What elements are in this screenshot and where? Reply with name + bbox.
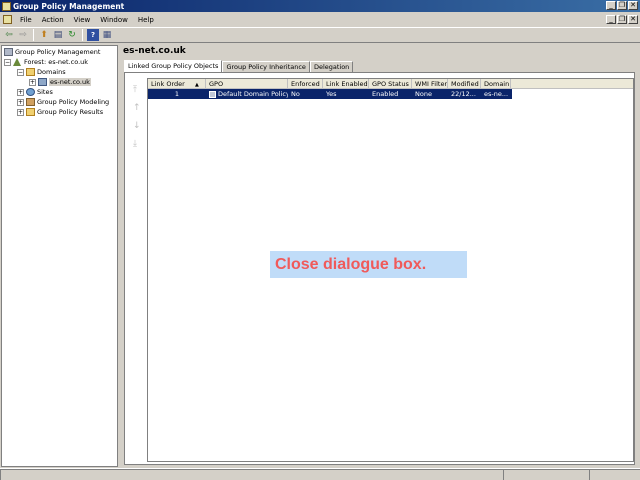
cell-link-enabled: Yes [326, 90, 337, 98]
cell-link-order: 1 [174, 90, 180, 98]
tree-label-modeling: Group Policy Modeling [37, 98, 110, 106]
console-tree: Group Policy Management − Forest: es-net… [1, 45, 118, 467]
menu-view[interactable]: View [69, 16, 96, 24]
move-top-icon[interactable]: ⤒ [133, 85, 141, 97]
tree-label-gpm: Group Policy Management [15, 48, 101, 56]
status-segment-3 [589, 469, 640, 480]
cell-wmi-filter: None [415, 90, 432, 98]
cell-gpo-status: Enabled [372, 90, 399, 98]
tab-linked-gpos[interactable]: Linked Group Policy Objects [124, 60, 223, 72]
properties-icon[interactable]: ▦ [101, 29, 113, 41]
menu-window[interactable]: Window [95, 16, 133, 24]
tree-node-results[interactable]: + Group Policy Results [17, 107, 103, 117]
forest-icon [13, 58, 21, 66]
gpo-icon [209, 90, 216, 98]
app-icon [2, 1, 11, 11]
column-header-gpo-status[interactable]: GPO Status [369, 79, 412, 88]
refresh-icon[interactable]: ↻ [66, 29, 78, 41]
collapse-icon[interactable]: − [17, 68, 24, 76]
expand-icon[interactable]: + [17, 108, 24, 116]
domain-icon [38, 78, 47, 86]
tree-node-domain[interactable]: + es-net.co.uk [29, 77, 91, 87]
tree-node-forest[interactable]: − Forest: es-net.co.uk [4, 57, 88, 67]
window-title: Group Policy Management [13, 1, 125, 11]
menu-bar: File Action View Window Help _ ❐ ✕ [0, 13, 640, 26]
column-header-modified[interactable]: Modified [448, 79, 481, 88]
minimize-button[interactable]: _ [606, 1, 616, 10]
tree-node-sites[interactable]: + Sites [17, 87, 53, 97]
link-order-controls: ⤒ ↑ ↓ ⤓ [133, 85, 141, 151]
tree-node-domains[interactable]: − Domains [17, 67, 66, 77]
menu-file[interactable]: File [15, 16, 37, 24]
tree-label-forest: Forest: es-net.co.uk [24, 58, 89, 66]
move-down-icon[interactable]: ↓ [133, 121, 141, 133]
tree-node-gpm[interactable]: Group Policy Management [4, 47, 100, 57]
menu-help[interactable]: Help [133, 16, 159, 24]
results-icon [26, 108, 35, 116]
cell-gpo: Default Domain Policy [206, 89, 288, 99]
window-controls: _ ❐ ✕ [606, 1, 638, 10]
move-bottom-icon[interactable]: ⤓ [133, 139, 141, 151]
help-icon[interactable]: ? [87, 29, 99, 41]
show-hide-tree-icon[interactable]: ▤ [52, 29, 64, 41]
tab-delegation[interactable]: Delegation [309, 61, 354, 72]
tab-gp-inheritance[interactable]: Group Policy Inheritance [222, 61, 310, 72]
inner-restore-button[interactable]: ❐ [617, 15, 627, 24]
cell-modified: 22/12... [451, 90, 476, 98]
up-icon[interactable]: ⬆ [38, 29, 50, 41]
cell-domain: es-ne... [484, 90, 509, 98]
expand-icon[interactable]: + [17, 88, 24, 96]
toolbar: ⇦ ⇨ ⬆ ▤ ↻ ? ▦ [0, 27, 640, 43]
column-header-gpo[interactable]: GPO [206, 79, 288, 88]
expand-icon[interactable]: + [17, 98, 24, 106]
folder-icon [26, 68, 35, 76]
expand-icon[interactable]: + [29, 78, 36, 86]
menu-action[interactable]: Action [37, 16, 69, 24]
cell-enforced: No [291, 90, 300, 98]
collapse-icon[interactable]: − [4, 58, 11, 66]
status-segment-main [0, 469, 503, 480]
toolbar-separator [33, 29, 34, 41]
sites-icon [26, 88, 35, 96]
back-icon[interactable]: ⇦ [3, 29, 15, 41]
restore-button[interactable]: ❐ [617, 1, 627, 10]
pane-title: es-net.co.uk [123, 46, 186, 56]
column-header-domain[interactable]: Domain [481, 79, 511, 88]
modeling-icon [26, 98, 35, 106]
close-button[interactable]: ✕ [628, 1, 638, 10]
tree-node-modeling[interactable]: + Group Policy Modeling [17, 97, 109, 107]
column-header-link-order[interactable]: Link Order ▲ [148, 79, 206, 88]
title-bar: Group Policy Management _ ❐ ✕ [0, 0, 640, 12]
toolbar-separator [82, 29, 83, 41]
inner-window-controls: _ ❐ ✕ [606, 15, 638, 24]
tree-label-results: Group Policy Results [37, 108, 104, 116]
system-menu-icon[interactable] [3, 15, 12, 24]
forward-icon[interactable]: ⇨ [17, 29, 29, 41]
table-header: Link Order ▲ GPO Enforced Link Enabled G… [148, 79, 633, 89]
tree-label-domain: es-net.co.uk [49, 78, 91, 86]
move-up-icon[interactable]: ↑ [133, 103, 141, 115]
status-bar [0, 468, 640, 480]
column-header-enforced[interactable]: Enforced [288, 79, 323, 88]
column-header-wmi-filter[interactable]: WMI Filter [412, 79, 448, 88]
column-header-link-enabled[interactable]: Link Enabled [323, 79, 369, 88]
inner-minimize-button[interactable]: _ [606, 15, 616, 24]
status-segment-2 [503, 469, 589, 480]
inner-close-button[interactable]: ✕ [628, 15, 638, 24]
gpm-icon [4, 48, 13, 56]
table-row[interactable]: 1 Default Domain Policy No Yes Enabled N… [148, 89, 512, 99]
tab-strip: Linked Group Policy Objects Group Policy… [124, 60, 354, 72]
tree-label-domains: Domains [37, 68, 66, 76]
tree-label-sites: Sites [37, 88, 53, 96]
instruction-callout: Close dialogue box. [270, 251, 467, 278]
